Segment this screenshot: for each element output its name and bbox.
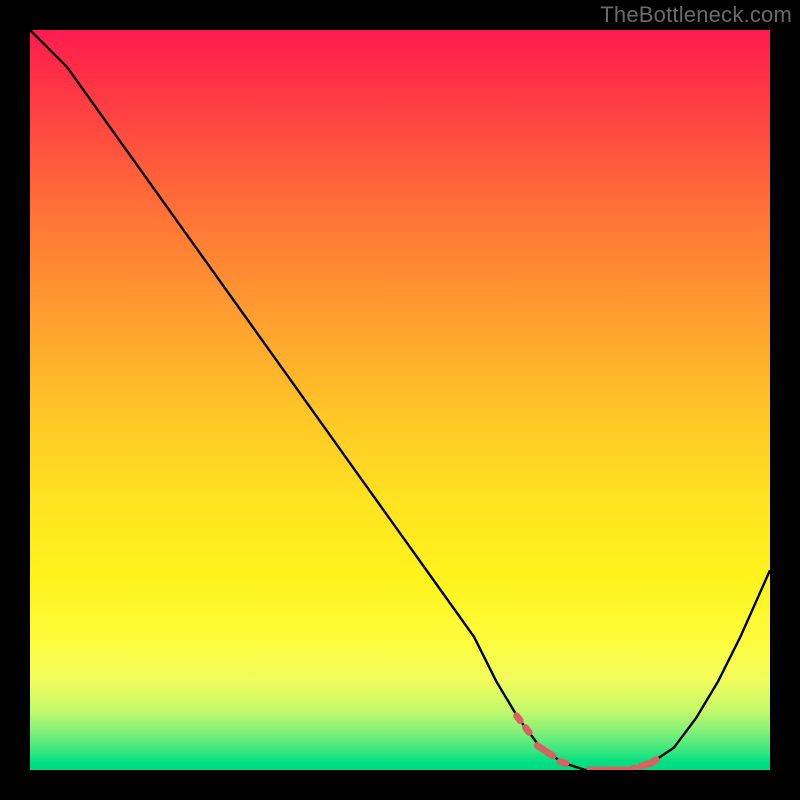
dot-segment (537, 746, 544, 750)
dot-segment (560, 762, 566, 764)
dot-segment (630, 768, 635, 770)
chart-container: TheBottleneck.com (0, 0, 800, 800)
plot-area (30, 30, 770, 770)
dot-segment (517, 716, 521, 721)
watermark-text: TheBottleneck.com (600, 2, 792, 28)
bottleneck-curve (30, 30, 770, 770)
dot-segment (526, 728, 530, 733)
dot-segment (546, 752, 553, 756)
min-region-dots (517, 716, 656, 770)
curve-layer (30, 30, 770, 770)
dot-segment (650, 760, 656, 764)
dot-segment (641, 764, 648, 766)
